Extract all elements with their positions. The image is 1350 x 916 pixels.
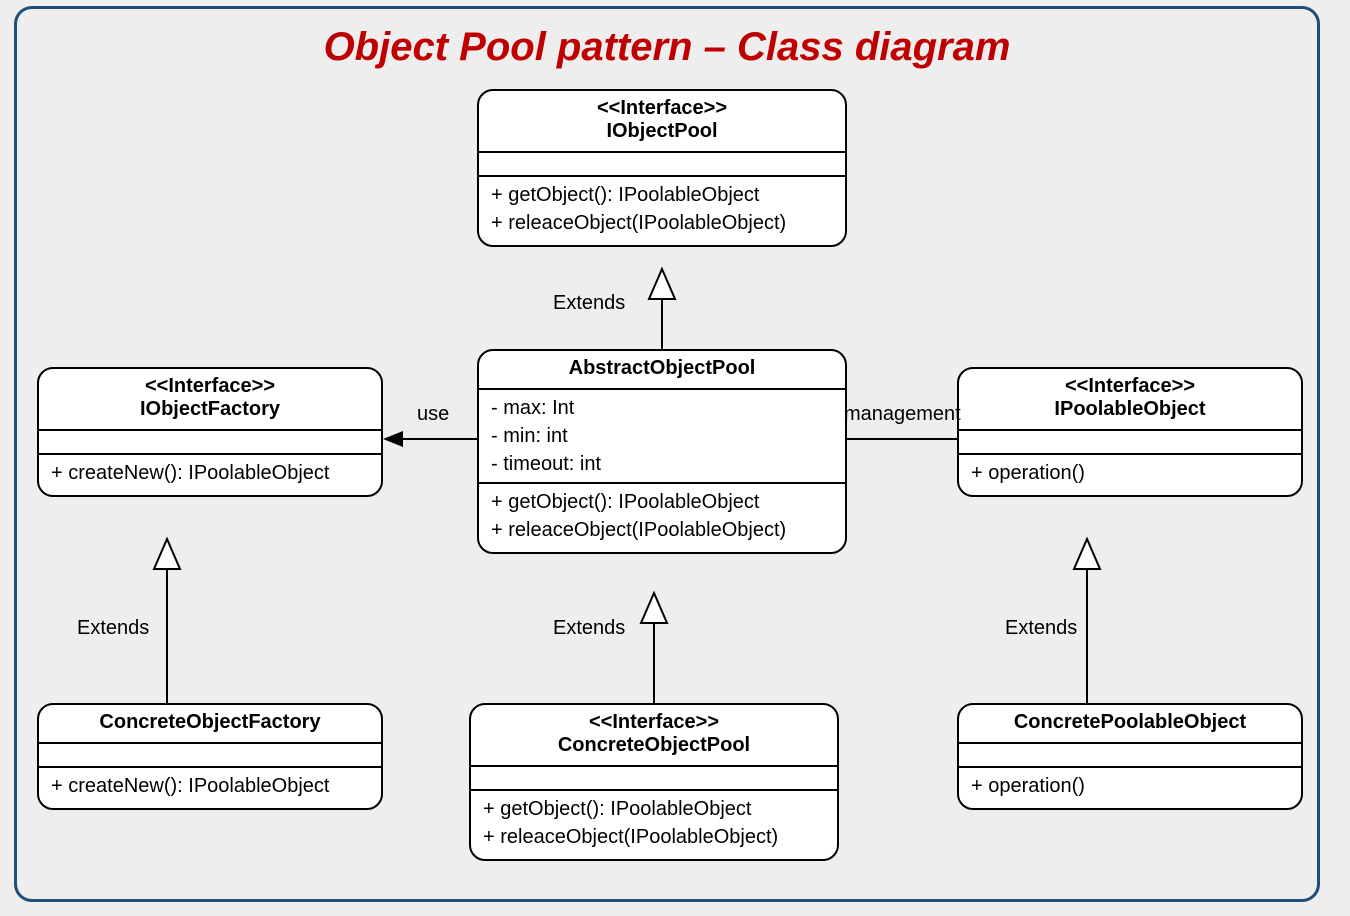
diagram-frame: Object Pool pattern – Class diagram <<In…: [14, 6, 1320, 902]
class-attrs: [959, 431, 1301, 455]
edge-extends-AbstractObjectPool-IObjectPool: [649, 269, 675, 349]
edge-label-extends: Extends: [553, 292, 625, 315]
edge-extends-ConcreteObjectFactory-IObjectFactory: [154, 539, 180, 703]
edge-use-AbstractObjectPool-IObjectFactory: [383, 431, 477, 447]
class-ops: + getObject(): IPoolableObject + releace…: [471, 791, 837, 859]
edge-label-management: management: [844, 403, 961, 426]
class-ops: + getObject(): IPoolableObject + releace…: [479, 484, 845, 552]
edge-label-use: use: [417, 403, 449, 426]
edge-label-extends: Extends: [77, 617, 149, 640]
class-AbstractObjectPool: AbstractObjectPool - max: Int - min: int…: [477, 349, 847, 554]
class-ops: + getObject(): IPoolableObject + releace…: [479, 177, 845, 245]
op-row: + getObject(): IPoolableObject: [491, 488, 833, 516]
class-ops: + createNew(): IPoolableObject: [39, 455, 381, 495]
class-name-label: ConcreteObjectPool: [481, 734, 827, 757]
edge-extends-ConcreteObjectPool-AbstractObjectPool: [641, 593, 667, 703]
class-attrs: [959, 744, 1301, 768]
edge-extends-ConcretePoolableObject-IPoolableObject: [1074, 539, 1100, 703]
stereotype-label: <<Interface>>: [969, 375, 1291, 398]
attr-row: - min: int: [491, 422, 833, 450]
class-attrs: [471, 767, 837, 791]
class-attrs: - max: Int - min: int - timeout: int: [479, 390, 845, 484]
op-row: + releaceObject(IPoolableObject): [491, 209, 833, 237]
op-row: + createNew(): IPoolableObject: [51, 772, 369, 800]
class-name-label: IObjectFactory: [49, 398, 371, 421]
class-ops: + createNew(): IPoolableObject: [39, 768, 381, 808]
stereotype-label: <<Interface>>: [481, 711, 827, 734]
class-attrs: [39, 744, 381, 768]
diagram-title: Object Pool pattern – Class diagram: [17, 25, 1317, 70]
op-row: + releaceObject(IPoolableObject): [483, 823, 825, 851]
attr-row: - max: Int: [491, 394, 833, 422]
class-ConcreteObjectPool: <<Interface>> ConcreteObjectPool + getOb…: [469, 703, 839, 861]
op-row: + releaceObject(IPoolableObject): [491, 516, 833, 544]
class-ConcreteObjectFactory: ConcreteObjectFactory + createNew(): IPo…: [37, 703, 383, 810]
class-name-label: ConcreteObjectFactory: [49, 711, 371, 734]
class-name-label: IObjectPool: [489, 120, 835, 143]
class-attrs: [479, 153, 845, 177]
class-ConcretePoolableObject: ConcretePoolableObject + operation(): [957, 703, 1303, 810]
class-attrs: [39, 431, 381, 455]
class-name-label: ConcretePoolableObject: [969, 711, 1291, 734]
class-IObjectPool: <<Interface>> IObjectPool + getObject():…: [477, 89, 847, 247]
class-IObjectFactory: <<Interface>> IObjectFactory + createNew…: [37, 367, 383, 497]
edge-label-extends: Extends: [1005, 617, 1077, 640]
stereotype-label: <<Interface>>: [49, 375, 371, 398]
class-ops: + operation(): [959, 768, 1301, 808]
op-row: + getObject(): IPoolableObject: [491, 181, 833, 209]
class-name-label: AbstractObjectPool: [489, 357, 835, 380]
class-ops: + operation(): [959, 455, 1301, 495]
op-row: + operation(): [971, 459, 1289, 487]
op-row: + operation(): [971, 772, 1289, 800]
op-row: + createNew(): IPoolableObject: [51, 459, 369, 487]
class-IPoolableObject: <<Interface>> IPoolableObject + operatio…: [957, 367, 1303, 497]
op-row: + getObject(): IPoolableObject: [483, 795, 825, 823]
stereotype-label: <<Interface>>: [489, 97, 835, 120]
attr-row: - timeout: int: [491, 450, 833, 478]
edge-label-extends: Extends: [553, 617, 625, 640]
class-name-label: IPoolableObject: [969, 398, 1291, 421]
